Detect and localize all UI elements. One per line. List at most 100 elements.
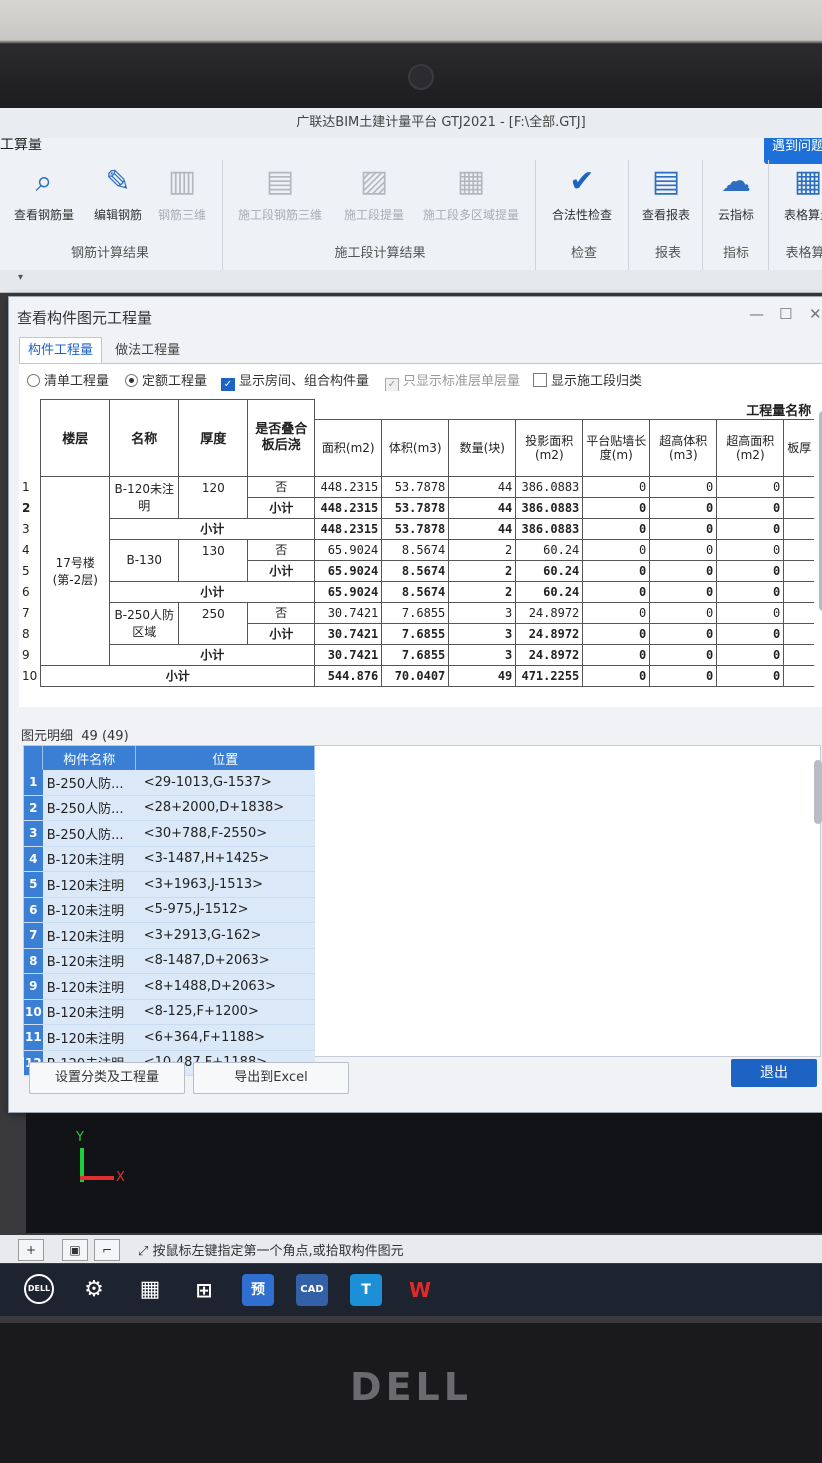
dialog-tabs: 构件工程量 做法工程量	[19, 337, 188, 364]
gear-icon[interactable]: ⚙	[78, 1274, 110, 1306]
stage-rebar-3d-button[interactable]: ▤ 施工段钢筋三维	[228, 162, 332, 223]
group-separator	[222, 160, 223, 270]
thickness-cell: 250	[178, 601, 249, 645]
list-item[interactable]: 2 B-250人防... <28+2000,D+1838>	[24, 795, 315, 821]
chevron-down-icon[interactable]: ▾	[18, 272, 23, 283]
snap-tool-icon[interactable]: +	[18, 1239, 44, 1261]
list-item[interactable]: 10 B-120未注明 <8-125,F+1200>	[24, 999, 315, 1025]
window-title-bar: 广联达BIM土建计量平台 GTJ2021 - [F:\全部.GTJ]	[0, 108, 822, 138]
drawing-canvas[interactable]	[26, 1113, 822, 1233]
detail-count: 49 (49)	[81, 729, 129, 744]
detail-title: 图元明细 49 (49)	[21, 729, 129, 744]
list-item[interactable]: 1 B-250人防... <29-1013,G-1537>	[24, 770, 315, 796]
cloud-index-button[interactable]: ☁ 云指标	[696, 162, 776, 223]
cloud-chart-icon: ☁	[721, 164, 751, 199]
tab-method-quantity[interactable]: 做法工程量	[107, 338, 188, 364]
rebar-3d-button[interactable]: ▥ 钢筋三维	[142, 162, 222, 223]
table-row-total[interactable]: 10 小计 544.876 70.0407 49 471.2255 0 0 0	[19, 664, 815, 687]
wps-app-icon[interactable]: W	[404, 1274, 436, 1306]
dell-app-icon[interactable]: DELL	[24, 1274, 54, 1304]
group-label-table: 表格算	[785, 246, 822, 261]
list-item[interactable]: 3 B-250人防... <30+788,F-2550>	[24, 820, 315, 847]
view-report-button[interactable]: ▤ 查看报表	[626, 162, 706, 223]
col-name: 名称	[109, 399, 180, 477]
list-item[interactable]: 4 B-120未注明 <3-1487,H+1425>	[24, 846, 315, 872]
set-classification-button[interactable]: 设置分类及工程量	[29, 1062, 185, 1094]
multi-region-icon: ▦	[456, 164, 486, 199]
status-bar: + ▣ ⌐ ⤢ 按鼠标左键指定第一个角点,或拾取构件图元	[0, 1235, 822, 1263]
col-thickness: 厚度	[178, 399, 249, 477]
exit-button[interactable]: 退出	[731, 1059, 817, 1087]
radio-quota-quantity[interactable]: 定额工程量	[125, 370, 207, 389]
preview-app-icon[interactable]: 预	[242, 1274, 274, 1306]
calculator-icon[interactable]: ▦	[134, 1274, 166, 1306]
store-icon[interactable]: ⊞	[188, 1274, 220, 1306]
col-slab: 板厚	[783, 418, 815, 477]
group-label-index: 指标	[722, 246, 749, 261]
col-floor: 楼层	[40, 399, 111, 477]
webcam	[408, 64, 434, 90]
table-calc-button[interactable]: ▦表格算量	[768, 162, 822, 223]
layer-tool-icon[interactable]: ▣	[62, 1239, 88, 1261]
col-count: 数量(块)	[448, 418, 517, 477]
radio-list-quantity[interactable]: 清单工程量	[27, 370, 109, 389]
x-axis-indicator	[80, 1176, 114, 1180]
quantity-table-panel: 楼层 名称 厚度 是否叠合板后浇 工程量名称 面积(m2) 体积(m3) 数量(…	[19, 391, 822, 707]
quantity-table: 楼层 名称 厚度 是否叠合板后浇 工程量名称 面积(m2) 体积(m3) 数量(…	[19, 399, 815, 687]
multi-region-button[interactable]: ▦ 施工段多区域提量	[414, 162, 528, 223]
stage-quantity-icon: ▨	[359, 164, 389, 199]
edit-pen-icon: ✎	[105, 164, 131, 199]
table-row[interactable]: 7 B-250人防区域 250 否 30.7421 7.6855 3 24.89…	[19, 601, 815, 645]
tab-component-quantity[interactable]: 构件工程量	[19, 337, 103, 364]
list-item[interactable]: 6 B-120未注明 <5-975,J-1512>	[24, 897, 315, 923]
x-axis-label: X	[116, 1170, 125, 1185]
angle-tool-icon[interactable]: ⌐	[94, 1239, 120, 1261]
list-item[interactable]: 7 B-120未注明 <3+2913,G-162>	[24, 922, 315, 949]
col-high-volume: 超高体积(m3)	[649, 418, 718, 477]
checkbox-icon	[533, 373, 547, 387]
view-rebar-button[interactable]: ⌕ 查看钢筋量	[4, 162, 84, 223]
list-item[interactable]: 11 B-120未注明 <6+364,F+1188>	[24, 1024, 315, 1051]
detail-vertical-scrollbar[interactable]	[814, 760, 822, 824]
table-row[interactable]: 1 17号楼(第-2层) B-120未注明 120 否 448.2315 53.…	[19, 475, 815, 666]
table-row[interactable]: 4 B-130 130 否 65.9024 8.5674 2 60.24 0 0…	[19, 538, 815, 582]
col-wall-length: 平台贴墙长度(m)	[582, 418, 651, 477]
checkbox-show-stage[interactable]: 显示施工段归类	[533, 370, 642, 389]
checkbox-std-floor[interactable]: ✓ 只显示标准层单层量	[385, 370, 520, 392]
name-cell: B-250人防区域	[109, 601, 180, 645]
group-label-stage: 施工段计算结果	[334, 246, 426, 261]
group-header: 工程量名称	[314, 399, 815, 420]
radio-icon	[27, 374, 40, 387]
quantity-dialog: 查看构件图元工程量 — ☐ ✕ 构件工程量 做法工程量 清单工程量 定额工程量 …	[8, 296, 822, 1113]
radio-selected-icon	[125, 374, 138, 387]
table-row[interactable]: 9 小计 30.7421 7.6855 3 24.8972 0 0 0	[19, 643, 815, 666]
list-item[interactable]: 5 B-120未注明 <3+1963,J-1513>	[24, 871, 315, 898]
table-calc-icon: ▦	[793, 164, 822, 199]
rebar-3d-icon: ▥	[167, 164, 197, 199]
col-area: 面积(m2)	[314, 418, 383, 477]
cad-app-icon[interactable]: CAD	[296, 1274, 328, 1306]
table-row[interactable]: 3 小计 448.2315 53.7878 44 386.0883 0 0 0	[19, 517, 815, 540]
group-label-report: 报表	[654, 246, 681, 261]
stage-rebar-3d-icon: ▤	[265, 164, 295, 199]
stage-quantity-button[interactable]: ▨ 施工段提量	[334, 162, 414, 223]
name-cell: B-120未注明	[109, 475, 180, 519]
table-row[interactable]: 6 小计 65.9024 8.5674 2 60.24 0 0 0	[19, 580, 815, 603]
validity-check-button[interactable]: ✔ 合法性检查	[542, 162, 622, 223]
col-proj-area: 投影面积(m2)	[515, 418, 584, 477]
list-item[interactable]: 9 B-120未注明 <8+1488,D+2063>	[24, 973, 315, 1000]
thickness-cell: 130	[178, 538, 249, 582]
col-high-area: 超高面积(m2)	[716, 418, 785, 477]
close-icon[interactable]: ✕	[809, 305, 822, 323]
export-excel-button[interactable]: 导出到Excel	[193, 1062, 349, 1094]
checkbox-show-rooms[interactable]: ✓ 显示房间、组合构件量	[221, 370, 369, 392]
checkbox-checked-icon: ✓	[221, 378, 235, 392]
list-item[interactable]: 8 B-120未注明 <8-1487,D+2063>	[24, 948, 315, 974]
gtj-app-icon[interactable]: T	[350, 1274, 382, 1306]
floor-cell: 17号楼(第-2层)	[40, 475, 111, 666]
options-bar: 清单工程量 定额工程量 ✓ 显示房间、组合构件量 ✓ 只显示标准层单层量 显示施工段…	[19, 363, 822, 392]
name-cell: B-130	[109, 538, 180, 582]
minimize-icon[interactable]: —	[749, 305, 764, 323]
taskbar: DELL ⚙ ▦ ⊞ 预 CAD T W	[0, 1264, 822, 1316]
maximize-icon[interactable]: ☐	[779, 305, 792, 323]
